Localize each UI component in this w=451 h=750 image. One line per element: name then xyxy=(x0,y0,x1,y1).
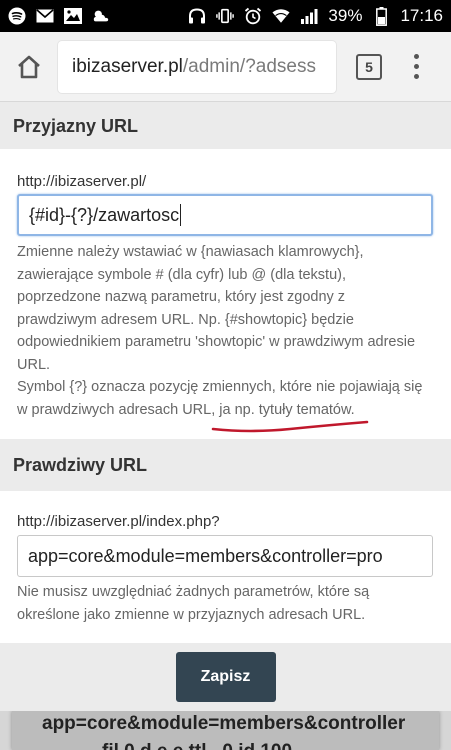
help-line: odpowiednikiem parametru 'showtopic' w p… xyxy=(17,334,416,350)
signal-icon xyxy=(300,7,318,25)
text-caret xyxy=(180,204,182,226)
status-bar-right: 39% 17:16 xyxy=(188,6,443,26)
menu-dot-icon xyxy=(413,64,419,69)
clock: 17:16 xyxy=(400,6,443,25)
tab-count: 5 xyxy=(365,58,373,75)
mail-icon xyxy=(36,7,54,25)
help-line: Nie musisz uwzględniać żadnych parametró… xyxy=(17,584,370,600)
help-line: URL. xyxy=(17,356,51,373)
menu-dot-icon xyxy=(413,54,419,59)
menu-dot-icon xyxy=(413,74,419,79)
real-url-help: Nie musisz uwzględniać żadnych parametró… xyxy=(17,581,442,626)
help-line: Zmienne należy wstawiać w {nawiasach kla… xyxy=(17,244,364,260)
url-host: ibizaserver.pl xyxy=(72,55,183,77)
friendly-url-header: Przyjazny URL xyxy=(0,103,451,149)
help-line: prawdziwym adresem URL. Np. {#showtopic}… xyxy=(17,311,354,328)
tab-switcher-button[interactable]: 5 xyxy=(356,53,382,80)
headphones-icon xyxy=(188,7,206,25)
status-bar: 39% 17:16 xyxy=(0,0,451,32)
real-url-header: Prawdziwy URL xyxy=(0,439,451,491)
handwritten-underline xyxy=(211,420,369,433)
status-bar-left xyxy=(8,7,110,25)
save-button[interactable]: Zapisz xyxy=(175,652,276,702)
real-url-value: app=core&module=members&controller=pro xyxy=(28,545,383,566)
friendly-url-prefix: http://ibizaserver.pl/ xyxy=(17,173,147,190)
save-area: Zapisz xyxy=(0,643,451,711)
real-url-section: http://ibizaserver.pl/index.php? app=cor… xyxy=(0,491,451,643)
browser-toolbar: ibizaserver.pl/admin/?adsess 5 xyxy=(0,32,451,102)
real-url-prefix: http://ibizaserver.pl/index.php? xyxy=(17,513,220,530)
home-button[interactable] xyxy=(0,32,58,102)
friendly-url-help: Zmienne należy wstawiać w {nawiasach kla… xyxy=(17,241,442,421)
gallery-icon xyxy=(64,7,82,25)
zoom-preview-line1: app=core&module=members&controller xyxy=(42,713,406,734)
section-title: Prawdziwy URL xyxy=(13,454,148,475)
zoom-preview: app=core&module=members&controller fil 0… xyxy=(0,711,451,750)
battery-percent: 39% xyxy=(328,6,363,25)
friendly-url-input[interactable]: {#id}-{?}/zawartosc xyxy=(17,194,433,236)
help-line: zawierające symbole # (dla cyfr) lub @ (… xyxy=(17,266,347,283)
zoom-preview-card: app=core&module=members&controller fil 0… xyxy=(12,711,439,750)
vibrate-icon xyxy=(216,7,235,25)
spotify-icon xyxy=(8,7,26,25)
real-url-input[interactable]: app=core&module=members&controller=pro xyxy=(17,535,433,577)
friendly-url-value: {#id}-{?}/zawartosc xyxy=(29,204,180,225)
zoom-preview-line2: fil 0 d e e ttl . 0 id 100 xyxy=(102,741,292,750)
overflow-menu-button[interactable] xyxy=(406,47,426,87)
help-line: poprzedzone nazwą parametru, który jest … xyxy=(17,289,346,305)
wifi-icon xyxy=(272,7,290,25)
help-line: określone jako zmienne w przyjaznych adr… xyxy=(17,606,366,623)
weather-icon xyxy=(92,7,110,25)
section-title: Przyjazny URL xyxy=(13,115,139,136)
url-path: /admin/?adsess xyxy=(182,55,316,77)
home-icon xyxy=(18,55,40,78)
friendly-url-section: http://ibizaserver.pl/ {#id}-{?}/zawarto… xyxy=(0,149,451,439)
address-bar[interactable]: ibizaserver.pl/admin/?adsess xyxy=(58,40,336,93)
help-line: Symbol {?} oznacza pozycję zmiennych, kt… xyxy=(17,379,423,395)
alarm-icon xyxy=(244,7,262,25)
battery-icon xyxy=(372,6,390,26)
